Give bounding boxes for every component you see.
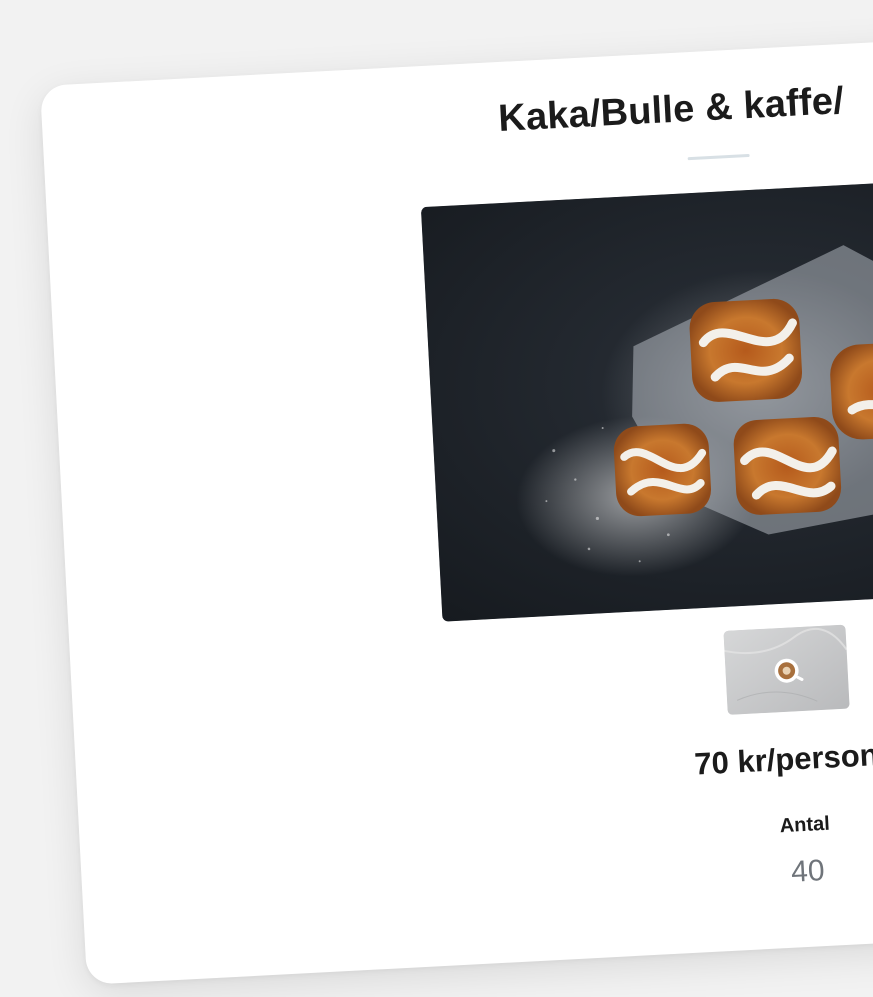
bun-3 bbox=[733, 416, 842, 515]
bun-1 bbox=[689, 298, 803, 402]
thumbnail-image[interactable] bbox=[723, 624, 850, 715]
coffee-cup-photo bbox=[723, 624, 850, 715]
quantity-label: Antal bbox=[779, 812, 831, 838]
title-divider bbox=[687, 153, 750, 161]
bun-2 bbox=[613, 423, 712, 517]
product-card: Kaka/Bulle & kaffe/ 70 kr/person Antal 4… bbox=[40, 25, 873, 985]
quantity-input[interactable] bbox=[790, 852, 853, 890]
main-product-image[interactable] bbox=[420, 173, 873, 622]
price-per-person: 70 kr/person bbox=[693, 737, 873, 782]
page: Kaka/Bulle & kaffe/ 70 kr/person Antal 4… bbox=[0, 0, 873, 997]
cinnamon-buns-photo bbox=[420, 173, 873, 622]
product-title: Kaka/Bulle & kaffe/ bbox=[497, 79, 845, 141]
